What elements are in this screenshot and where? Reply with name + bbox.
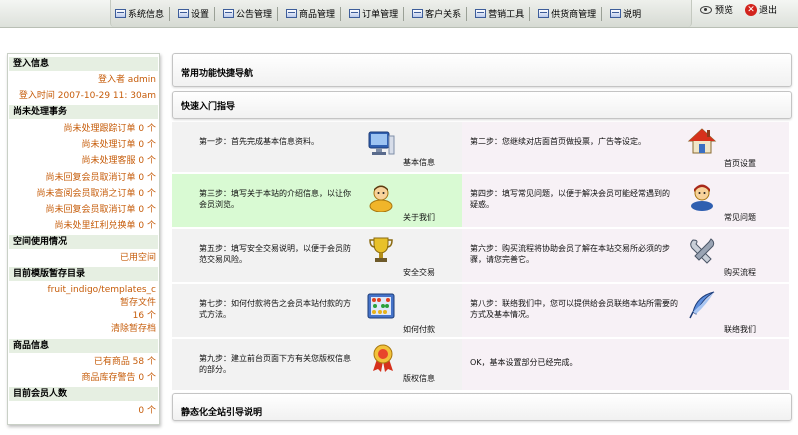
step-cell: 第九步：建立前台页面下方有关您版权信息的部分。 版权信息 bbox=[172, 339, 462, 391]
window-icon bbox=[178, 9, 190, 18]
menu-item-settings[interactable]: 设置 bbox=[174, 4, 219, 24]
pending-title: 尚未处理事务 bbox=[9, 105, 158, 119]
window-icon bbox=[412, 9, 424, 18]
step-cell: 第八步：联络我们中，您可以提供给会员联络本站所需要的方式及基本情况。 联络我们 bbox=[462, 284, 789, 338]
pending-item[interactable]: 尚未处理订单 0 个 bbox=[9, 138, 156, 152]
goods-existing[interactable]: 已有商品 58 个 bbox=[9, 355, 156, 369]
quick-guide-grid: 第一步：首先完成基本信息资料。 基本信息 第二步：您继续对店面首页做投票，广告等… bbox=[172, 122, 789, 391]
template-temp-label: 暂存文件 bbox=[119, 298, 156, 308]
house-icon[interactable] bbox=[687, 126, 717, 156]
window-icon bbox=[115, 9, 126, 18]
window-icon bbox=[286, 9, 298, 18]
window-icon bbox=[223, 9, 235, 18]
template-title: 目前模版暂存目录 bbox=[9, 267, 158, 281]
menu-item-announcements[interactable]: 公告管理 bbox=[219, 4, 282, 24]
shortcut-nav-bar: 常用功能快捷导航 bbox=[172, 53, 792, 87]
right-tools: 预览 ✕ 退出 bbox=[700, 3, 789, 16]
template-path: fruit_indigo/templates_c bbox=[47, 285, 156, 295]
window-icon bbox=[349, 9, 361, 18]
pending-item[interactable]: 尚未查阅会员取消之订单 0 个 bbox=[9, 187, 156, 201]
static-guide-bar: 静态化全站引导说明 bbox=[172, 393, 792, 421]
exit-button[interactable]: ✕ 退出 bbox=[745, 3, 777, 16]
quill-icon[interactable] bbox=[687, 290, 717, 320]
top-bar: 系统信息 设置 公告管理 商品管理 订单管理 客户关系 营销工具 供货商管理 说… bbox=[0, 0, 798, 28]
goods-title: 商品信息 bbox=[9, 339, 158, 353]
wrench-icon[interactable] bbox=[687, 236, 717, 266]
step-cell: 第四步：填写常见问题，以便于解决会员可能经常遇到的疑惑。 常见问题 bbox=[462, 174, 789, 228]
sidebar: 登入信息 登入者 admin 登入时间 2007-10-29 11: 30am … bbox=[7, 53, 160, 425]
clear-cache-link[interactable]: 清除暂存档 bbox=[9, 322, 156, 336]
eye-icon bbox=[700, 5, 712, 14]
pending-item[interactable]: 尚未回复会员取消订单 0 个 bbox=[9, 203, 156, 217]
main-menu: 系统信息 设置 公告管理 商品管理 订单管理 客户关系 营销工具 供货商管理 说… bbox=[110, 0, 692, 27]
step-cell: 第三步：填写关于本站的介绍信息，以让你会员浏览。 关于我们 bbox=[172, 174, 462, 228]
step-cell: 第一步：首先完成基本信息资料。 基本信息 bbox=[172, 122, 462, 173]
login-info-title: 登入信息 bbox=[9, 57, 158, 71]
space-used: 已用空间 bbox=[119, 253, 156, 263]
step-cell: 第六步：购买流程将协助会员了解在本站交易所必须的步骤，请您完善它。 购买流程 bbox=[462, 229, 789, 283]
window-icon bbox=[538, 9, 550, 18]
support-person-icon[interactable] bbox=[687, 181, 717, 211]
preview-button[interactable]: 预览 bbox=[700, 3, 733, 16]
step-cell: 第七步：如何付款将告之会员本站付款的方式方法。 如何付款 bbox=[172, 284, 462, 338]
login-user: 登入者 admin bbox=[97, 75, 156, 85]
pending-item[interactable]: 尚未处理跟踪订单 0 个 bbox=[9, 122, 156, 136]
done-cell: OK，基本设置部分已经完成。 bbox=[462, 339, 789, 391]
menu-item-customers[interactable]: 客户关系 bbox=[408, 4, 471, 24]
menu-item-marketing[interactable]: 营销工具 bbox=[471, 4, 534, 24]
goods-stock-alert[interactable]: 商品库存警告 0 个 bbox=[9, 371, 156, 385]
menu-item-help[interactable]: 说明 bbox=[606, 4, 645, 24]
menu-item-orders[interactable]: 订单管理 bbox=[345, 4, 408, 24]
template-count: 16 个 bbox=[132, 311, 156, 321]
trophy-icon[interactable] bbox=[366, 234, 396, 264]
step-cell: 第二步：您继续对店面首页做投票，广告等设定。 首页设置 bbox=[462, 122, 789, 173]
pending-item[interactable]: 尚未处里红利兑换单 0 个 bbox=[9, 219, 156, 233]
pending-item[interactable]: 尚未处理客服 0 个 bbox=[9, 154, 156, 168]
login-time: 登入时间 2007-10-29 11: 30am bbox=[18, 91, 156, 101]
quick-guide-bar: 快速入门指导 bbox=[172, 91, 792, 119]
menu-item-products[interactable]: 商品管理 bbox=[282, 4, 345, 24]
members-title: 目前会员人数 bbox=[9, 387, 158, 401]
abacus-icon[interactable] bbox=[366, 291, 396, 321]
medal-icon[interactable] bbox=[368, 343, 398, 373]
window-icon bbox=[475, 9, 487, 18]
members-count: 0 个 bbox=[138, 406, 156, 416]
menu-item-suppliers[interactable]: 供货商管理 bbox=[534, 4, 606, 24]
space-title: 空间使用情况 bbox=[9, 235, 158, 249]
done-message: OK，基本设置部分已经完成。 bbox=[470, 358, 578, 367]
pending-item[interactable]: 尚未回复会员取消订单 0 个 bbox=[9, 171, 156, 185]
monitor-icon[interactable] bbox=[366, 128, 396, 158]
step-cell: 第五步：填写安全交易说明，以便于会员防范交易风险。 安全交易 bbox=[172, 229, 462, 283]
window-icon bbox=[610, 9, 622, 18]
person-icon[interactable] bbox=[366, 182, 396, 212]
close-icon: ✕ bbox=[745, 3, 758, 16]
menu-item-system-info[interactable]: 系统信息 bbox=[111, 4, 174, 24]
